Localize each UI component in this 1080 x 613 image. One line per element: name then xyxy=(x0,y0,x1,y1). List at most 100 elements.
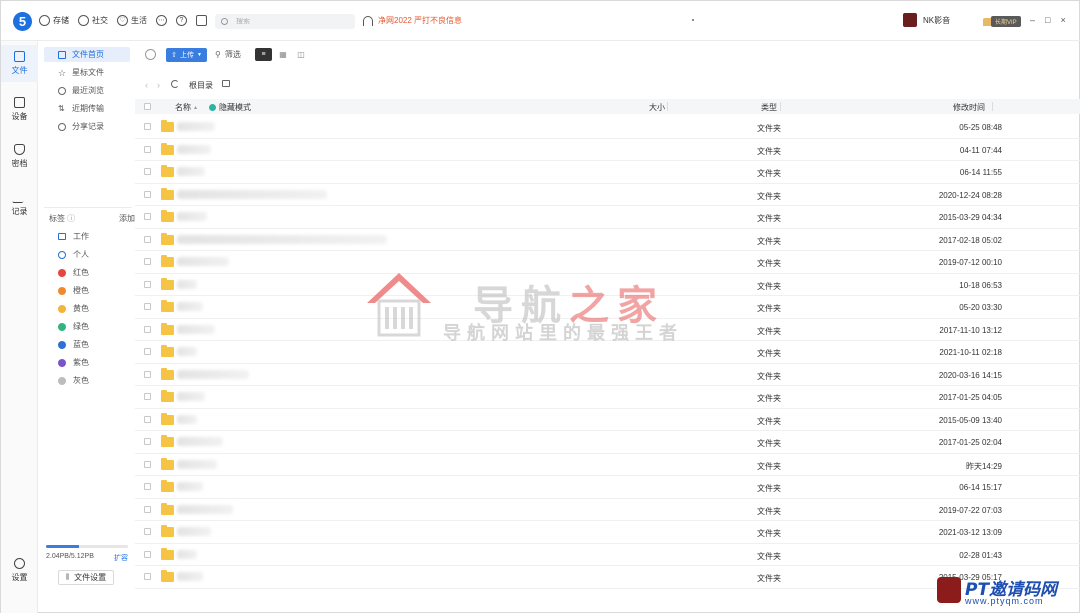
file-settings-button[interactable]: ⫼ 文件设置 xyxy=(58,570,114,585)
row-name-redacted[interactable] xyxy=(177,212,207,221)
column-type[interactable]: 类型 xyxy=(761,102,777,113)
top-nav-social[interactable]: 社交 xyxy=(78,15,108,26)
table-row[interactable]: 文件夹 2017-11-10 13:12 xyxy=(135,319,1080,341)
tag-item-work[interactable]: 工作 xyxy=(58,231,89,242)
tag-item-yellow[interactable]: 黄色 xyxy=(58,303,89,314)
maximize-button[interactable]: □ xyxy=(1045,15,1050,25)
list-view-button[interactable]: ≡ xyxy=(255,48,272,61)
column-size[interactable]: 大小 xyxy=(649,102,665,113)
row-checkbox[interactable] xyxy=(144,415,151,423)
upload-button[interactable]: ⇧ 上传 ▼ xyxy=(166,48,207,62)
app-logo[interactable]: 5 xyxy=(13,12,32,31)
table-row[interactable]: 文件夹 2017-01-25 04:05 xyxy=(135,386,1080,409)
table-row[interactable]: 文件夹 2020-03-16 14:15 xyxy=(135,364,1080,386)
row-checkbox[interactable] xyxy=(144,438,151,445)
row-name-redacted[interactable] xyxy=(177,437,223,446)
select-all-checkbox[interactable] xyxy=(144,103,151,110)
table-row[interactable]: 文件夹 2020-12-24 08:28 xyxy=(135,184,1080,206)
row-name-redacted[interactable] xyxy=(177,279,197,289)
row-name-redacted[interactable] xyxy=(177,504,233,514)
rail-item-safe[interactable]: 密档 xyxy=(1,144,38,169)
row-name-redacted[interactable] xyxy=(177,144,211,154)
row-checkbox[interactable] xyxy=(144,123,151,130)
hidden-mode-toggle[interactable]: 隐藏模式 xyxy=(209,102,251,113)
detail-view-button[interactable]: ◫ xyxy=(295,48,307,61)
top-nav-storage[interactable]: 存储 xyxy=(39,15,69,26)
row-checkbox[interactable] xyxy=(144,235,151,243)
table-row[interactable]: 文件夹 02-28 01:43 xyxy=(135,544,1080,566)
close-button[interactable]: × xyxy=(1060,15,1065,25)
row-checkbox[interactable] xyxy=(144,190,151,198)
tag-item-orange[interactable]: 橙色 xyxy=(58,285,89,296)
row-name-redacted[interactable] xyxy=(177,302,203,311)
top-nav-life[interactable]: ♡ 生活 xyxy=(117,15,147,26)
tag-item-blue[interactable]: 蓝色 xyxy=(58,339,89,350)
forward-arrow-icon[interactable]: › xyxy=(157,80,160,90)
nav-item-transfers[interactable]: ⇅ 近期传输 xyxy=(44,101,130,116)
tag-item-gray[interactable]: 灰色 xyxy=(58,375,89,386)
back-arrow-icon[interactable]: ‹ xyxy=(145,80,148,90)
table-row[interactable]: 文件夹 06-14 15:17 xyxy=(135,476,1080,499)
row-checkbox[interactable] xyxy=(144,168,151,175)
row-name-redacted[interactable] xyxy=(177,347,197,356)
row-checkbox[interactable] xyxy=(144,573,151,580)
nav-item-recent[interactable]: 最近浏览 xyxy=(44,83,130,98)
row-checkbox[interactable] xyxy=(144,213,151,220)
row-name-redacted[interactable] xyxy=(177,257,229,266)
column-divider[interactable] xyxy=(780,102,781,111)
row-checkbox[interactable] xyxy=(144,303,151,310)
tag-item-green[interactable]: 绿色 xyxy=(58,321,89,332)
grid-view-button[interactable]: ▦ xyxy=(277,48,289,61)
row-checkbox[interactable] xyxy=(144,393,151,400)
table-row[interactable]: 文件夹 昨天14:29 xyxy=(135,454,1080,476)
table-row[interactable]: 文件夹 2015-03-29 04:34 xyxy=(135,206,1080,229)
notice-banner[interactable]: 净网2022 严打不良信息 xyxy=(363,15,462,26)
search-input[interactable] xyxy=(236,18,346,25)
table-row[interactable]: 文件夹 06-14 11:55 xyxy=(135,161,1080,184)
add-tag-button[interactable]: 添加 xyxy=(119,213,135,224)
table-row[interactable]: 文件夹 2021-10-11 02:18 xyxy=(135,341,1080,364)
column-modified[interactable]: 修改时间 xyxy=(953,102,985,113)
row-checkbox[interactable] xyxy=(144,258,151,265)
new-folder-icon[interactable] xyxy=(222,80,230,87)
row-checkbox[interactable] xyxy=(144,505,151,513)
expand-storage-link[interactable]: 扩容 xyxy=(114,553,128,563)
table-row[interactable]: 文件夹 2019-07-12 00:10 xyxy=(135,251,1080,274)
row-name-redacted[interactable] xyxy=(177,369,249,379)
row-name-redacted[interactable] xyxy=(177,414,197,424)
column-name[interactable]: 名称 ▴ xyxy=(175,102,197,113)
rail-item-notes[interactable]: 记录 xyxy=(1,192,38,217)
table-row[interactable]: 文件夹 2021-03-12 13:09 xyxy=(135,521,1080,544)
row-checkbox[interactable] xyxy=(144,145,151,153)
message-icon[interactable] xyxy=(196,15,207,26)
nav-item-shares[interactable]: 分享记录 xyxy=(44,119,130,134)
row-name-redacted[interactable] xyxy=(177,392,205,401)
collapse-icon[interactable] xyxy=(145,49,156,60)
table-row[interactable]: 文件夹 2017-01-25 02:04 xyxy=(135,431,1080,454)
row-checkbox[interactable] xyxy=(144,460,151,468)
tag-item-red[interactable]: 红色 xyxy=(58,267,89,278)
row-checkbox[interactable] xyxy=(144,483,151,490)
minimize-button[interactable]: – xyxy=(1030,15,1035,25)
row-checkbox[interactable] xyxy=(144,370,151,378)
row-checkbox[interactable] xyxy=(144,550,151,558)
rail-item-devices[interactable]: 设备 xyxy=(1,97,38,122)
row-name-redacted[interactable] xyxy=(177,527,211,536)
table-row[interactable]: 文件夹 2017-02-18 05:02 xyxy=(135,229,1080,251)
row-name-redacted[interactable] xyxy=(177,482,203,491)
breadcrumb-root[interactable]: 根目录 xyxy=(189,80,213,91)
row-checkbox[interactable] xyxy=(144,325,151,333)
more-icon[interactable]: ⋯ xyxy=(156,15,167,26)
filter-button[interactable]: ⚲ 筛选 xyxy=(215,49,241,60)
user-profile[interactable]: NK影音 xyxy=(903,13,950,27)
refresh-icon[interactable] xyxy=(171,80,179,88)
table-row[interactable]: 文件夹 10-18 06:53 xyxy=(135,274,1080,296)
row-checkbox[interactable] xyxy=(144,348,151,355)
row-name-redacted[interactable] xyxy=(177,549,197,559)
rail-item-settings[interactable]: 设置 xyxy=(1,558,38,583)
column-divider[interactable] xyxy=(667,102,668,111)
row-checkbox[interactable] xyxy=(144,528,151,535)
row-name-redacted[interactable] xyxy=(177,189,327,199)
tag-item-personal[interactable]: 个人 xyxy=(58,249,89,260)
vip-badge[interactable]: 长期VIP xyxy=(983,16,1021,27)
